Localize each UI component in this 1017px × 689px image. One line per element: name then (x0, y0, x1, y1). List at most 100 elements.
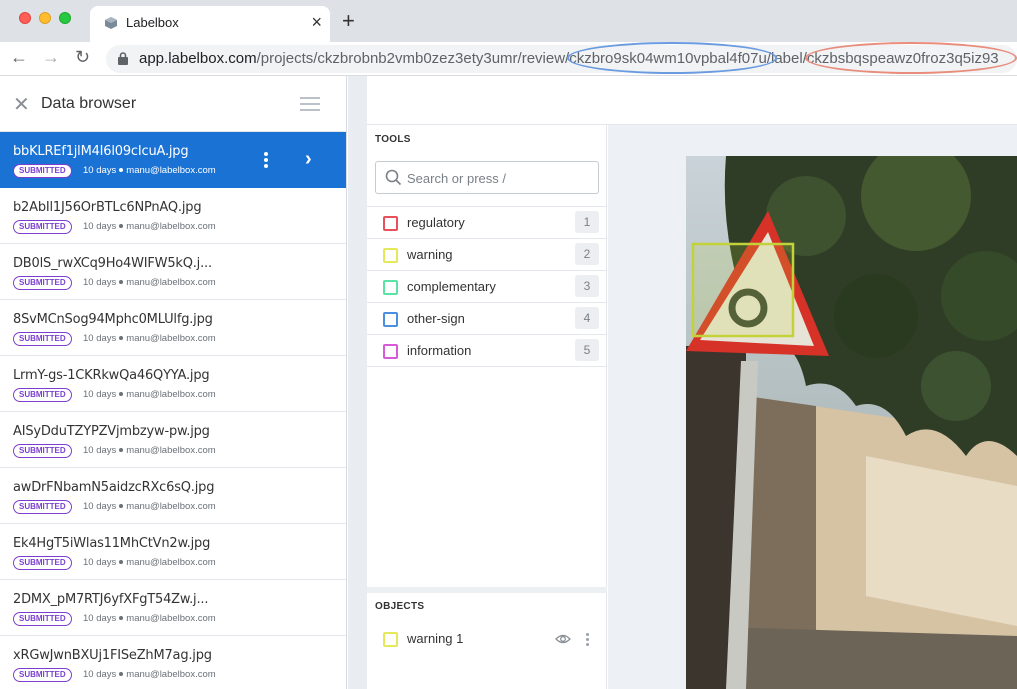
data-row-name: DB0lS_rwXCq9Ho4WIFW5kQ.j... (13, 256, 212, 271)
data-row-user: manu@labelbox.com (126, 221, 216, 232)
tab-close-icon[interactable]: × (311, 12, 322, 33)
separator-dot (119, 672, 124, 677)
data-row-age: 10 days (83, 277, 117, 288)
object-item-warning-1[interactable]: warning 1 (367, 623, 607, 655)
data-row-user: manu@labelbox.com (126, 557, 216, 568)
data-row-user: manu@labelbox.com (126, 669, 216, 680)
chevron-right-icon[interactable]: › (305, 148, 312, 171)
data-row-list: bbKLREf1jlM4I6l09cIcuA.jpg SUBMITTED 10 … (0, 132, 346, 689)
data-row-meta: 10 days manu@labelbox.com (83, 165, 216, 176)
data-row-age: 10 days (83, 389, 117, 400)
editor-top-bar (367, 76, 1017, 125)
tool-item-information[interactable]: information 5 (367, 335, 607, 367)
data-row-meta: 10 days manu@labelbox.com (83, 557, 216, 568)
hamburger-menu-icon[interactable] (300, 97, 320, 111)
address-bar[interactable]: app.labelbox.com/projects/ckzbrobnb2vmb0… (106, 42, 1017, 74)
window-close-button[interactable] (19, 12, 31, 24)
data-row-age: 10 days (83, 501, 117, 512)
status-badge: SUBMITTED (13, 220, 72, 234)
status-badge: SUBMITTED (13, 500, 72, 514)
window-zoom-button[interactable] (59, 12, 71, 24)
more-options-icon[interactable] (264, 152, 268, 168)
data-row[interactable]: 2DMX_pM7RTJ6yfXFgT54Zw.j... SUBMITTED 10… (0, 580, 346, 636)
tool-color-swatch (383, 280, 398, 295)
tool-item-complementary[interactable]: complementary 3 (367, 271, 607, 303)
new-tab-icon[interactable]: + (342, 8, 355, 34)
object-label: warning 1 (407, 631, 464, 646)
data-row-user: manu@labelbox.com (126, 445, 216, 456)
back-arrow-icon[interactable]: ← (10, 47, 28, 68)
eye-icon[interactable] (555, 633, 571, 645)
data-row-age: 10 days (83, 221, 117, 232)
data-browser-panel: ✕ Data browser bbKLREf1jlM4I6l09cIcuA.jp… (0, 76, 347, 689)
data-row-meta: 10 days manu@labelbox.com (83, 445, 216, 456)
data-row-name: 2DMX_pM7RTJ6yfXFgT54Zw.j... (13, 592, 209, 607)
separator-dot (119, 448, 124, 453)
data-row-name: Ek4HgT5iWlas11MhCtVn2w.jpg (13, 536, 211, 551)
tool-color-swatch (383, 312, 398, 327)
data-row-user: manu@labelbox.com (126, 389, 216, 400)
status-badge: SUBMITTED (13, 164, 72, 178)
window-minimize-button[interactable] (39, 12, 51, 24)
tool-item-warning[interactable]: warning 2 (367, 239, 607, 271)
lock-icon (118, 52, 128, 65)
browser-tab[interactable]: Labelbox × (90, 6, 330, 42)
data-row[interactable]: b2AbIl1J56OrBTLc6NPnAQ.jpg SUBMITTED 10 … (0, 188, 346, 244)
data-row-meta: 10 days manu@labelbox.com (83, 389, 216, 400)
tool-search-input[interactable] (407, 168, 592, 188)
data-row-age: 10 days (83, 557, 117, 568)
search-icon (385, 169, 402, 186)
separator-dot (119, 560, 124, 565)
data-row-name: LrmY-gs-1CKRkwQa46QYYA.jpg (13, 368, 210, 383)
status-badge: SUBMITTED (13, 388, 72, 402)
status-badge: SUBMITTED (13, 612, 72, 626)
objects-panel: OBJECTS warning 1 (367, 593, 607, 689)
separator-dot (119, 504, 124, 509)
tool-label: other-sign (407, 311, 465, 326)
separator-dot (119, 336, 124, 341)
tool-item-other-sign[interactable]: other-sign 4 (367, 303, 607, 335)
tool-item-regulatory[interactable]: regulatory 1 (367, 207, 607, 239)
data-row[interactable]: Ek4HgT5iWlas11MhCtVn2w.jpg SUBMITTED 10 … (0, 524, 346, 580)
browser-tab-bar: Labelbox × + (0, 0, 1017, 42)
data-row-name: awDrFNbamN5aidzcRXc6sQ.jpg (13, 480, 215, 495)
tab-title: Labelbox (126, 15, 179, 30)
data-row-age: 10 days (83, 613, 117, 624)
more-options-icon[interactable] (586, 633, 589, 646)
tool-search[interactable] (375, 161, 599, 194)
status-badge: SUBMITTED (13, 444, 72, 458)
tool-color-swatch (383, 216, 398, 231)
labeling-canvas[interactable] (608, 125, 1017, 689)
labelbox-logo-icon (105, 17, 117, 29)
data-row-age: 10 days (83, 669, 117, 680)
image-under-review[interactable] (686, 156, 1017, 689)
data-row-meta: 10 days manu@labelbox.com (83, 221, 216, 232)
status-badge: SUBMITTED (13, 332, 72, 346)
data-row[interactable]: AISyDduTZYPZVjmbzyw-pw.jpg SUBMITTED 10 … (0, 412, 346, 468)
data-row[interactable]: 8SvMCnSog94Mphc0MLUlfg.jpg SUBMITTED 10 … (0, 300, 346, 356)
tool-label: complementary (407, 279, 496, 294)
tools-title: TOOLS (375, 134, 411, 145)
data-row[interactable]: LrmY-gs-1CKRkwQa46QYYA.jpg SUBMITTED 10 … (0, 356, 346, 412)
url-label-segment: /label/ (766, 50, 807, 67)
status-badge: SUBMITTED (13, 276, 72, 290)
object-color-swatch (383, 632, 398, 647)
data-row-name: b2AbIl1J56OrBTLc6NPnAQ.jpg (13, 200, 202, 215)
tool-color-swatch (383, 344, 398, 359)
url-path-prefix: /projects/ckzbrobnb2vmb0zez3ety3umr/revi… (256, 50, 570, 67)
forward-arrow-icon[interactable]: → (42, 47, 60, 68)
tool-hotkey: 3 (575, 275, 599, 297)
data-row-name: bbKLREf1jlM4I6l09cIcuA.jpg (13, 144, 189, 159)
status-badge: SUBMITTED (13, 556, 72, 570)
data-row-selected[interactable]: bbKLREf1jlM4I6l09cIcuA.jpg SUBMITTED 10 … (0, 132, 346, 188)
data-row[interactable]: awDrFNbamN5aidzcRXc6sQ.jpg SUBMITTED 10 … (0, 468, 346, 524)
reload-icon[interactable]: ↻ (75, 47, 90, 68)
data-row-meta: 10 days manu@labelbox.com (83, 501, 216, 512)
data-row[interactable]: xRGwJwnBXUj1FISeZhM7ag.jpg SUBMITTED 10 … (0, 636, 346, 689)
data-browser-header: ✕ Data browser (0, 76, 346, 132)
tool-label: regulatory (407, 215, 465, 230)
close-icon[interactable]: ✕ (13, 92, 30, 117)
url-host: app.labelbox.com (139, 50, 257, 67)
data-row[interactable]: DB0lS_rwXCq9Ho4WIFW5kQ.j... SUBMITTED 10… (0, 244, 346, 300)
data-row-user: manu@labelbox.com (126, 277, 216, 288)
